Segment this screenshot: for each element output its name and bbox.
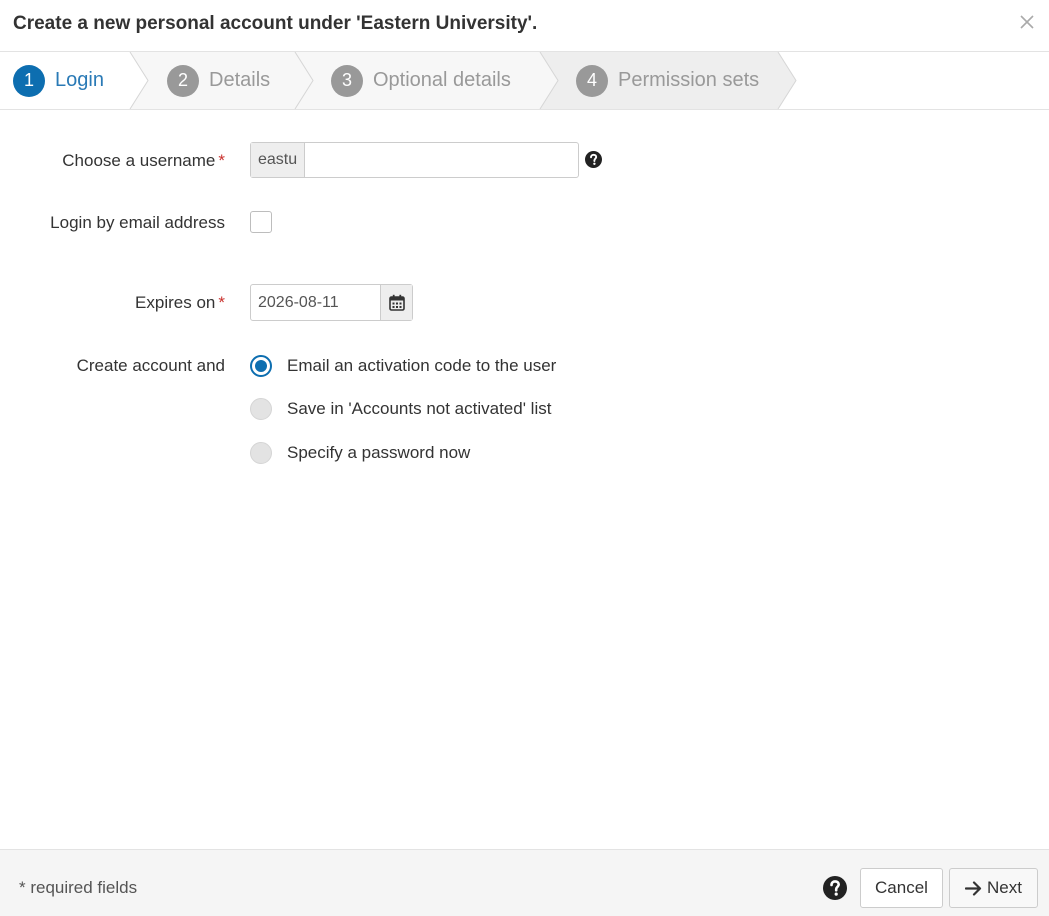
arrow-right-icon	[965, 880, 982, 896]
radio-email-activation[interactable]: Email an activation code to the user	[250, 354, 556, 378]
step-label: Optional details	[373, 69, 511, 91]
required-marker: *	[218, 293, 225, 312]
radio-button[interactable]	[250, 442, 272, 464]
radio-button[interactable]	[250, 398, 272, 420]
step-number: 1	[13, 64, 45, 97]
step-number: 4	[576, 64, 608, 97]
expires-on-input[interactable]	[251, 285, 380, 320]
required-fields-note: * required fields	[19, 878, 138, 897]
radio-specify-password[interactable]: Specify a password now	[250, 441, 470, 465]
radio-label: Email an activation code to the user	[287, 356, 557, 375]
next-label: Next	[987, 878, 1022, 897]
question-circle-icon[interactable]	[823, 876, 847, 900]
username-input-group: eastu	[250, 142, 579, 178]
question-circle-icon[interactable]	[585, 151, 602, 168]
close-icon[interactable]	[1019, 14, 1035, 30]
next-button[interactable]: Next	[949, 868, 1038, 908]
step-label: Details	[209, 69, 271, 91]
expires-on-label: Expires on *	[135, 293, 225, 313]
step-optional-details[interactable]: 3 Optional details	[331, 52, 511, 109]
required-marker: *	[218, 151, 225, 170]
username-label-text: Choose a username	[62, 151, 216, 170]
step-details[interactable]: 2 Details	[167, 52, 270, 109]
username-prefix: eastu	[251, 143, 306, 177]
username-label: Choose a username *	[62, 151, 225, 171]
step-number: 2	[167, 64, 199, 97]
wizard-background	[129, 52, 797, 109]
modal-header: Create a new personal account under 'Eas…	[0, 0, 1049, 52]
dialog-title: Create a new personal account under 'Eas…	[13, 13, 538, 34]
cancel-button[interactable]: Cancel	[860, 868, 943, 908]
create-account-label: Create account and	[76, 356, 225, 375]
wizard-steps: 1 Login 2 Details 3 Optional details 4 P…	[0, 51, 1049, 110]
step-permission-sets[interactable]: 4 Permission sets	[576, 52, 759, 109]
calendar-icon	[388, 294, 405, 311]
expires-on-date-group	[250, 284, 413, 321]
modal-footer: * required fields Cancel Next	[0, 849, 1049, 916]
login-by-email-label: Login by email address	[50, 213, 225, 232]
expires-on-label-text: Expires on	[135, 293, 216, 312]
login-by-email-checkbox[interactable]	[250, 211, 272, 233]
radio-save-not-activated[interactable]: Save in 'Accounts not activated' list	[250, 397, 551, 421]
radio-button[interactable]	[250, 355, 272, 377]
step-login[interactable]: 1 Login	[13, 52, 104, 109]
step-label: Login	[55, 69, 104, 91]
step-number: 3	[331, 64, 363, 97]
calendar-button[interactable]	[380, 285, 412, 320]
radio-label: Save in 'Accounts not activated' list	[287, 399, 552, 418]
radio-label: Specify a password now	[287, 443, 471, 462]
username-input[interactable]	[305, 143, 578, 177]
step-label: Permission sets	[618, 69, 760, 91]
